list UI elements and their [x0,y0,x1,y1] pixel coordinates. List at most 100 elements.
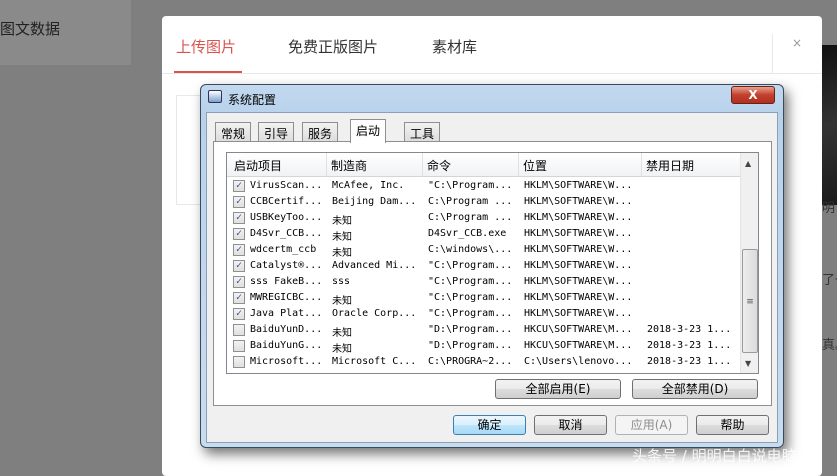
cell-command: "C:\Program... [428,292,513,303]
modal-close-button[interactable]: × [792,36,802,50]
cell-name: BaiduYunG... [250,340,323,351]
enable-all-button[interactable]: 全部启用(E) [495,379,621,399]
cell-name: VirusScan... [250,180,323,191]
cell-name: sss FakeB... [250,276,323,287]
cell-name: USBKeyToo... [250,212,323,223]
dialog-close-button[interactable]: X [731,86,775,104]
tab-services[interactable]: 服务 [302,122,339,142]
startup-checkbox[interactable] [233,356,245,368]
startup-checkbox[interactable]: ✓ [233,308,245,320]
cell-name: Catalyst®... [250,260,323,271]
tab-tools[interactable]: 工具 [404,122,441,142]
cell-maker: 未知 [332,232,352,243]
cell-maker: Beijing Dam... [332,196,417,207]
cell-location: HKLM\SOFTWARE\W... [524,244,633,255]
cell-location: HKCU\SOFTWARE\M... [524,324,633,335]
scroll-thumb[interactable]: ≡ [742,249,758,353]
cell-command: C:\PROGRA~2... [428,356,513,367]
cell-maker: McAfee, Inc. [332,180,405,191]
table-row[interactable]: ✓ Java Plat... Oracle Corp... "C:\Program..… [227,306,740,322]
tab-free-images[interactable]: 免费正版图片 [288,36,378,57]
ok-button[interactable]: 确定 [453,415,526,435]
table-row[interactable]: BaiduYunD... 未知 "D:\Program... HKCU\SOFTWAR… [227,322,740,339]
cell-name: D4Svr_CCB... [250,228,323,239]
cell-maker: Advanced Mi... [332,260,417,271]
startup-checkbox[interactable]: ✓ [233,212,245,224]
msconfig-icon [208,90,222,103]
scroll-up-arrow[interactable]: ▲ [745,159,751,168]
table-row[interactable]: BaiduYunG... 未知 "D:\Program... HKCU\SOFTWAR… [227,338,740,355]
table-row[interactable]: ✓ wdcertm_ccb 未知 C:\windows\... HKLM\SOFTWAR… [227,242,740,259]
tab-boot[interactable]: 引导 [258,122,295,142]
cell-location: C:\Users\lenovo... [524,356,633,367]
table-row[interactable]: ✓ MWREGICBC... 未知 "C:\Program... HKLM\SOFTWA… [227,290,740,307]
column-header-item[interactable]: 启动项目 [234,157,282,174]
left-panel: 图文数据 [0,0,131,65]
table-row[interactable]: ✓ VirusScan... McAfee, Inc. "C:\Program... H… [227,178,740,194]
watermark: 头条号 / 明明白白说电脑 [632,447,797,465]
column-header-disable-date[interactable]: 禁用日期 [646,157,694,174]
table-row[interactable]: ✓ Catalyst®... Advanced Mi... "C:\Program..… [227,258,740,274]
table-row[interactable]: ✓ CCBCertif... Beijing Dam... C:\Program ..… [227,194,740,210]
startup-checkbox[interactable]: ✓ [233,228,245,240]
cell-location: HKLM\SOFTWARE\W... [524,180,633,191]
column-header-manufacturer[interactable]: 制造商 [331,157,367,174]
cell-location: HKLM\SOFTWARE\W... [524,308,633,319]
cell-location: HKLM\SOFTWARE\W... [524,260,633,271]
startup-checkbox[interactable]: ✓ [233,260,245,272]
cell-maker: Oracle Corp... [332,308,417,319]
background-text-fragment: 真。 [822,338,837,353]
startup-checkbox[interactable]: ✓ [233,276,245,288]
cell-command: "C:\Program... [428,276,513,287]
cell-name: BaiduYunD... [250,324,323,335]
table-row[interactable]: ✓ sss FakeB... sss "C:\Program... HKLM\SOFTW… [227,274,740,290]
cell-command: C:\Program ... [428,196,513,207]
cell-name: Microsoft... [250,356,323,367]
cell-maker: 未知 [332,296,352,307]
cell-location: HKCU\SOFTWARE\M... [524,340,633,351]
apply-button[interactable]: 应用(A) [615,415,688,435]
startup-checkbox[interactable]: ✓ [233,196,245,208]
startup-list: 启动项目 制造商 命令 位置 禁用日期 ✓ VirusScan... McAfee,… [226,152,759,374]
startup-checkbox[interactable]: ✓ [233,292,245,304]
cell-location: HKLM\SOFTWARE\W... [524,228,633,239]
list-header: 启动项目 制造商 命令 位置 禁用日期 [227,153,740,177]
dialog-title: 系统配置 [228,93,277,107]
dialog-client: 常规 引导 服务 启动 工具 启动项目 制造商 命令 位置 禁用日期 ✓ Viru… [206,112,778,443]
cell-command: "D:\Program... [428,324,513,335]
cell-location: HKLM\SOFTWARE\W... [524,292,633,303]
startup-checkbox[interactable] [233,340,245,352]
cell-name: Java Plat... [250,308,323,319]
cell-command: C:\Program ... [428,212,513,223]
scroll-down-arrow[interactable]: ▼ [745,359,751,368]
tab-upload-image[interactable]: 上传图片 [176,36,236,57]
cell-command: "C:\Program... [428,260,513,271]
table-row[interactable]: ✓ USBKeyToo... 未知 C:\Program ... HKLM\SOFTWA… [227,210,740,227]
startup-checkbox[interactable] [233,324,245,336]
tab-general[interactable]: 常规 [215,122,252,142]
cell-command: C:\windows\... [428,244,513,255]
background-text-fragment: 了一 [822,273,837,288]
table-row[interactable]: Microsoft... Microsoft C... C:\PROGRA~2...… [227,354,740,370]
startup-panel: 启动项目 制造商 命令 位置 禁用日期 ✓ VirusScan... McAfee,… [213,141,772,406]
cancel-button[interactable]: 取消 [534,415,607,435]
disable-all-button[interactable]: 全部禁用(D) [632,379,758,399]
cell-command: "C:\Program... [428,180,513,191]
tab-startup[interactable]: 启动 [350,119,387,143]
cell-maker: 未知 [332,328,352,339]
column-header-location[interactable]: 位置 [523,157,547,174]
cell-command: "D:\Program... [428,340,513,351]
startup-checkbox[interactable]: ✓ [233,180,245,192]
system-config-dialog: 系统配置 X 常规 引导 服务 启动 工具 启动项目 制造商 命令 位置 禁用日… [200,84,784,448]
column-header-command[interactable]: 命令 [427,157,451,174]
vertical-scrollbar[interactable]: ▲ ≡ ▼ [740,153,758,373]
help-button[interactable]: 帮助 [696,415,769,435]
cell-maker: 未知 [332,344,352,355]
cell-date: 2018-3-23 1... [647,340,732,351]
background-image [822,45,837,205]
divider [162,73,822,74]
cell-command: "C:\Program... [428,308,513,319]
startup-checkbox[interactable]: ✓ [233,244,245,256]
table-row[interactable]: ✓ D4Svr_CCB... 未知 D4Svr_CCB.exe HKLM\SOFTWAR… [227,226,740,243]
tab-material-library[interactable]: 素材库 [432,36,477,57]
